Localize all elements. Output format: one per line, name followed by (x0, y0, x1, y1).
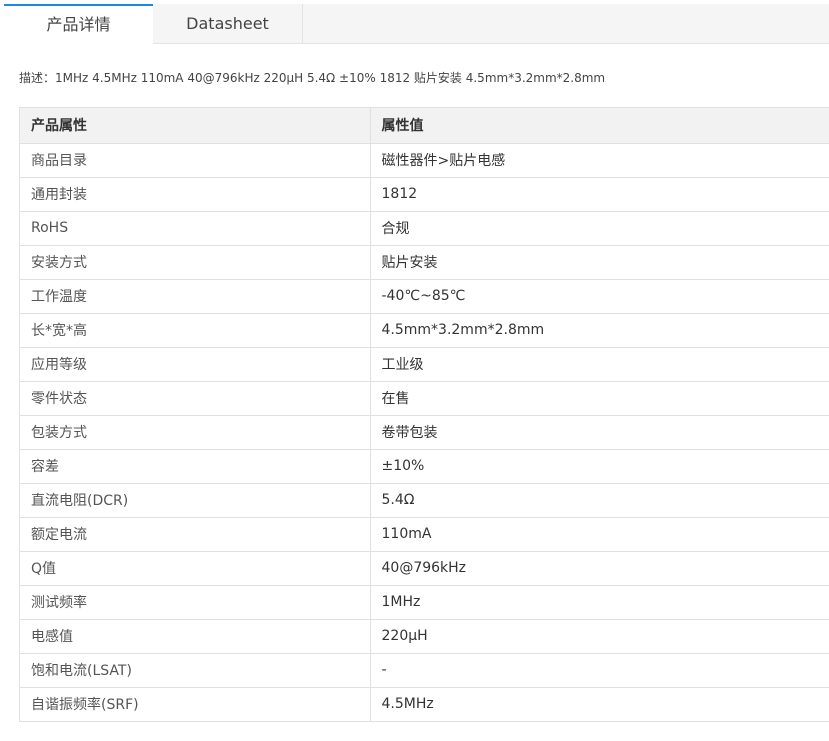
table-row: 商品目录 磁性器件>贴片电感 (20, 143, 829, 178)
attribute-value: 贴片安装 (370, 245, 829, 280)
attribute-value: 4.5MHz (370, 687, 829, 722)
tab-product-details[interactable]: 产品详情 (4, 4, 153, 45)
attribute-value: 40@796kHz (370, 551, 829, 586)
attribute-value: 工业级 (370, 347, 829, 382)
attribute-name: Q值 (20, 551, 371, 586)
attributes-table-container: 产品属性 属性值 商品目录 磁性器件>贴片电感 通用封装 1812 RoHS 合规 安装方式… (19, 107, 829, 722)
attribute-name: 零件状态 (20, 381, 371, 416)
table-row: 通用封装 1812 (20, 177, 829, 212)
table-row: 应用等级 工业级 (20, 347, 829, 382)
attributes-table: 产品属性 属性值 商品目录 磁性器件>贴片电感 通用封装 1812 RoHS 合规 安装方式… (20, 108, 829, 722)
table-row: 饱和电流(LSAT) - (20, 653, 829, 688)
attribute-name: 长*宽*高 (20, 313, 371, 348)
table-row: 安装方式 贴片安装 (20, 245, 829, 280)
attribute-name: RoHS (20, 211, 371, 246)
attribute-value: 磁性器件>贴片电感 (370, 143, 829, 178)
table-row: 零件状态 在售 (20, 381, 829, 416)
attribute-value: - (370, 653, 829, 688)
attribute-name: 工作温度 (20, 279, 371, 314)
header-value: 属性值 (370, 108, 829, 144)
table-row: 长*宽*高 4.5mm*3.2mm*2.8mm (20, 313, 829, 348)
table-row: Q值 40@796kHz (20, 551, 829, 586)
tab-bar: 产品详情 Datasheet (4, 4, 829, 45)
attribute-value: 卷带包装 (370, 415, 829, 450)
attribute-value: 合规 (370, 211, 829, 246)
attribute-name: 通用封装 (20, 177, 371, 212)
table-row: 工作温度 -40℃~85℃ (20, 279, 829, 314)
attribute-name: 测试频率 (20, 585, 371, 620)
attribute-name: 容差 (20, 449, 371, 484)
attribute-name: 安装方式 (20, 245, 371, 280)
table-row: 额定电流 110mA (20, 517, 829, 552)
table-body: 商品目录 磁性器件>贴片电感 通用封装 1812 RoHS 合规 安装方式 贴片安装 工作温度 -… (20, 143, 829, 722)
table-row: 容差 ±10% (20, 449, 829, 484)
attribute-value: ±10% (370, 449, 829, 484)
attribute-name: 商品目录 (20, 143, 371, 178)
attribute-name: 额定电流 (20, 517, 371, 552)
attribute-value: 5.4Ω (370, 483, 829, 518)
attribute-value: 110mA (370, 517, 829, 552)
attribute-name: 直流电阻(DCR) (20, 483, 371, 518)
attribute-value: 1MHz (370, 585, 829, 620)
attribute-value: -40℃~85℃ (370, 279, 829, 314)
attribute-value: 220μH (370, 619, 829, 654)
tab-datasheet[interactable]: Datasheet (153, 4, 303, 44)
attribute-name: 自谐振频率(SRF) (20, 687, 371, 722)
attribute-value: 1812 (370, 177, 829, 212)
attribute-name: 应用等级 (20, 347, 371, 382)
table-row: 包装方式 卷带包装 (20, 415, 829, 450)
table-row: 测试频率 1MHz (20, 585, 829, 620)
attribute-value: 在售 (370, 381, 829, 416)
attribute-value: 4.5mm*3.2mm*2.8mm (370, 313, 829, 348)
table-row: 直流电阻(DCR) 5.4Ω (20, 483, 829, 518)
table-header-row: 产品属性 属性值 (20, 108, 829, 144)
attribute-name: 饱和电流(LSAT) (20, 653, 371, 688)
product-description: 描述：1MHz 4.5MHz 110mA 40@796kHz 220μH 5.4… (19, 71, 606, 85)
table-row: 电感值 220μH (20, 619, 829, 654)
header-attribute: 产品属性 (20, 108, 371, 144)
table-row: 自谐振频率(SRF) 4.5MHz (20, 687, 829, 722)
table-row: RoHS 合规 (20, 211, 829, 246)
attribute-name: 电感值 (20, 619, 371, 654)
attribute-name: 包装方式 (20, 415, 371, 450)
